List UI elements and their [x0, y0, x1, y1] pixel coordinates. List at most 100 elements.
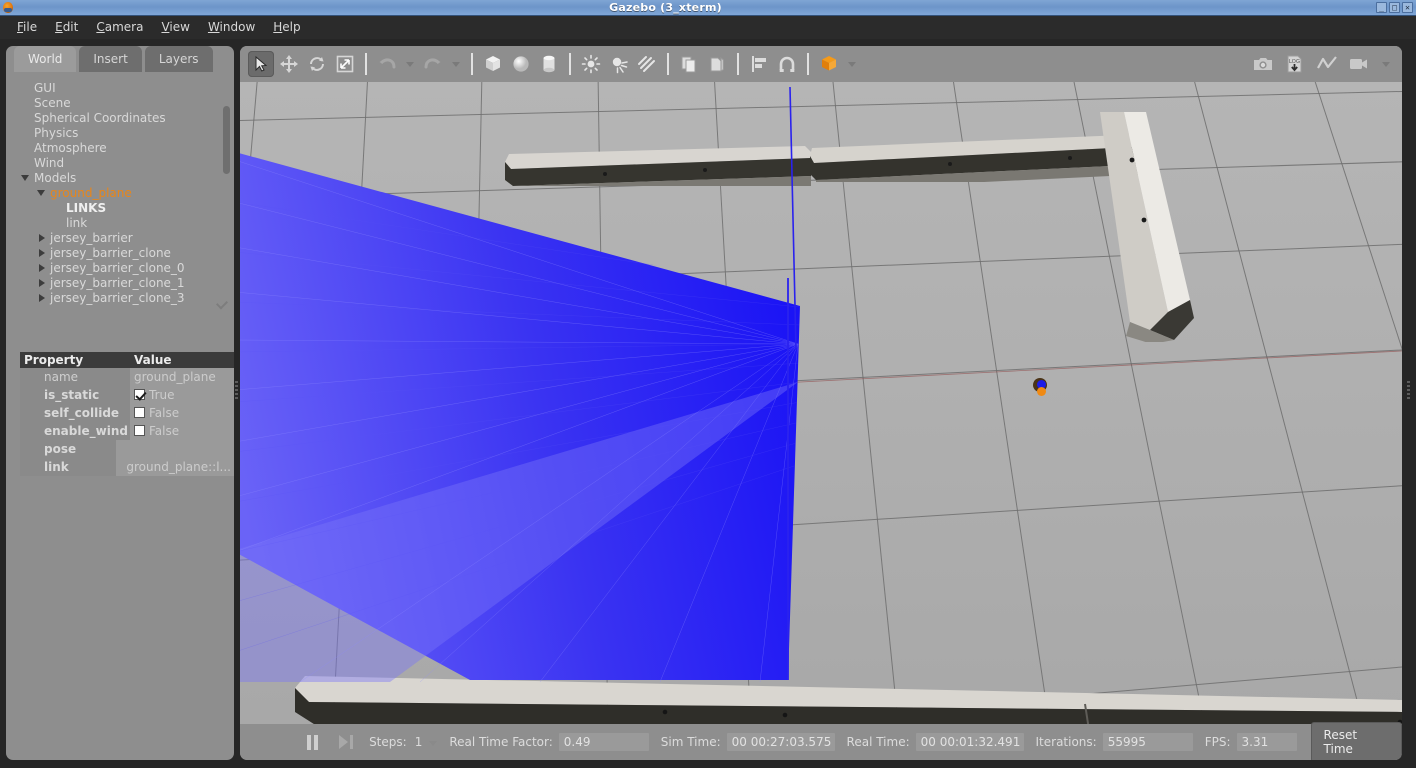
tree-item-models[interactable]: Models	[6, 170, 234, 185]
tree-item-label: jersey_barrier_clone	[50, 245, 171, 260]
property-row[interactable]: name ground_plane	[20, 367, 234, 386]
property-row[interactable]: enable_wind False	[20, 421, 234, 440]
paste-button[interactable]	[704, 51, 730, 77]
window-title: Gazebo (3_xterm)	[609, 0, 722, 14]
left-splitter-handle[interactable]	[232, 330, 240, 450]
sim-time-value: 00 00:27:03.575	[726, 733, 835, 751]
insert-box-button[interactable]	[480, 51, 506, 77]
insert-sphere-button[interactable]	[508, 51, 534, 77]
tree-item-jersey-barrier-clone-1[interactable]: jersey_barrier_clone_1	[6, 275, 234, 290]
chevron-right-icon[interactable]	[39, 234, 45, 242]
translate-mode-button[interactable]	[276, 51, 302, 77]
sphere-icon	[513, 56, 529, 72]
tree-item-jersey-barrier-clone-0[interactable]: jersey_barrier_clone_0	[6, 260, 234, 275]
tree-item-physics[interactable]: Physics	[6, 125, 234, 140]
tree-item-jersey-barrier-clone[interactable]: jersey_barrier_clone	[6, 245, 234, 260]
steps-chevron-down-icon[interactable]	[429, 740, 438, 746]
3d-viewport[interactable]	[240, 82, 1402, 724]
property-value: ground_plane	[134, 369, 216, 384]
log-record-button[interactable]: LOG	[1282, 51, 1308, 77]
property-row[interactable]: pose	[20, 439, 234, 458]
world-tree[interactable]: GUI Scene Spherical Coordinates Physics Atmo…	[6, 72, 234, 347]
tree-item-ground-plane[interactable]: ground_plane	[6, 185, 234, 200]
menu-edit[interactable]: Edit	[46, 18, 87, 37]
undo-menu-chevron-down-icon[interactable]	[406, 61, 414, 67]
gazebo-icon	[1, 1, 15, 15]
undo-button[interactable]	[374, 51, 400, 77]
chevron-right-icon[interactable]	[39, 264, 45, 272]
pause-button[interactable]	[300, 730, 326, 754]
tree-item-atmosphere[interactable]: Atmosphere	[6, 140, 234, 155]
step-forward-button[interactable]	[334, 730, 360, 754]
tab-world[interactable]: World	[14, 46, 77, 72]
tree-caret-slot	[36, 230, 50, 245]
right-splitter-handle[interactable]	[1404, 330, 1412, 450]
tree-caret-slot	[36, 290, 50, 305]
directional-light-button[interactable]	[634, 51, 660, 77]
tab-insert[interactable]: Insert	[79, 46, 142, 72]
view-angle-button[interactable]	[816, 51, 842, 77]
menu-camera[interactable]: Camera	[87, 18, 152, 37]
property-row[interactable]: link ground_plane::l...	[20, 457, 234, 476]
point-light-button[interactable]	[578, 51, 604, 77]
menu-help[interactable]: Help	[264, 18, 309, 37]
sim-time-label: Sim Time:	[660, 735, 721, 749]
chevron-right-icon[interactable]	[39, 279, 45, 287]
align-button[interactable]	[746, 51, 772, 77]
redo-menu-chevron-down-icon[interactable]	[452, 61, 460, 67]
tree-item-link[interactable]: link	[6, 215, 234, 230]
tree-item-wind[interactable]: Wind	[6, 155, 234, 170]
title-bar: Gazebo (3_xterm) _ □ ✕	[0, 0, 1416, 16]
tree-caret-slot	[36, 260, 50, 275]
view-angle-chevron-down-icon[interactable]	[848, 61, 856, 67]
menu-window[interactable]: Window	[199, 18, 264, 37]
video-record-button[interactable]	[1346, 51, 1372, 77]
tree-item-label: Physics	[34, 125, 79, 140]
chevron-down-icon[interactable]	[21, 175, 29, 181]
tree-item-jersey-barrier[interactable]: jersey_barrier	[6, 230, 234, 245]
laser-sensor-marker[interactable]	[1033, 378, 1049, 398]
tree-caret-slot	[20, 170, 34, 185]
property-row[interactable]: is_static True	[20, 385, 234, 404]
video-menu-chevron-down-icon[interactable]	[1382, 61, 1390, 67]
menu-edit-rest: dit	[62, 20, 79, 34]
close-button[interactable]: ✕	[1402, 2, 1413, 13]
property-value-cell: False	[130, 403, 234, 422]
spot-light-button[interactable]	[606, 51, 632, 77]
tree-item-jersey-barrier-clone-3[interactable]: jersey_barrier_clone_3	[6, 290, 234, 305]
select-mode-button[interactable]	[248, 51, 274, 77]
checkbox-enable_wind[interactable]	[134, 425, 145, 436]
tree-item-links[interactable]: LINKS	[6, 200, 234, 215]
chevron-right-icon[interactable]	[39, 249, 45, 257]
reset-time-button[interactable]: Reset Time	[1310, 722, 1402, 760]
rotate-mode-button[interactable]	[304, 51, 330, 77]
checkbox-is_static[interactable]	[134, 389, 145, 400]
steps-value[interactable]: 1	[415, 735, 423, 749]
scale-mode-button[interactable]	[332, 51, 358, 77]
property-name: is_static	[20, 385, 130, 404]
tree-scrollbar-thumb[interactable]	[223, 106, 230, 174]
property-name: enable_wind	[20, 421, 130, 440]
tree-item-scene[interactable]: Scene	[6, 95, 234, 110]
tree-item-gui[interactable]: GUI	[6, 80, 234, 95]
insert-cylinder-button[interactable]	[536, 51, 562, 77]
line-chart-icon	[1317, 56, 1337, 69]
tree-item-spherical-coordinates[interactable]: Spherical Coordinates	[6, 110, 234, 125]
chevron-right-icon[interactable]	[39, 294, 45, 302]
minimize-button[interactable]: _	[1376, 2, 1387, 13]
maximize-button[interactable]: □	[1389, 2, 1400, 13]
plot-button[interactable]	[1314, 51, 1340, 77]
screenshot-button[interactable]	[1250, 51, 1276, 77]
menu-view[interactable]: View	[152, 18, 198, 37]
chevron-down-icon[interactable]	[37, 190, 45, 196]
checkbox-self_collide[interactable]	[134, 407, 145, 418]
property-name: link	[20, 457, 116, 476]
spot-light-icon	[612, 57, 628, 74]
redo-button[interactable]	[420, 51, 446, 77]
copy-button[interactable]	[676, 51, 702, 77]
property-row[interactable]: self_collide False	[20, 403, 234, 422]
menu-file[interactable]: File	[8, 18, 46, 37]
menu-bar: File Edit Camera View Window Help	[0, 16, 1416, 39]
snap-button[interactable]	[774, 51, 800, 77]
tab-layers[interactable]: Layers	[144, 46, 213, 72]
